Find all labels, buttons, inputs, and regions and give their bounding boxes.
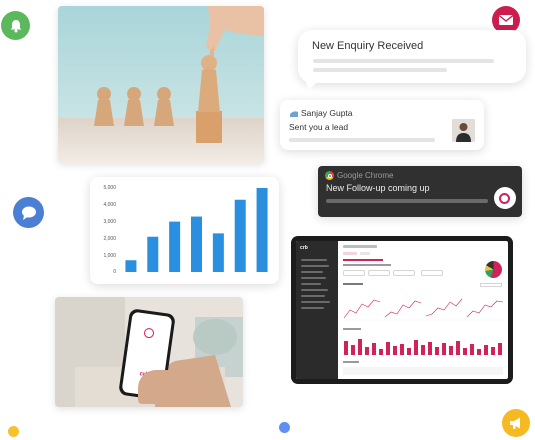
tab[interactable] [360,252,370,255]
sidebar-item[interactable] [301,283,321,285]
section-title [343,361,359,363]
blue-dot [279,422,290,433]
placeholder-line [313,68,447,72]
yellow-dot [8,426,19,437]
dashboard-sidebar: crb [296,241,338,379]
bar-chart [125,188,268,272]
dashboard-main [338,241,508,379]
sidebar-item[interactable] [301,301,330,303]
chrome-icon [325,171,334,180]
tablet-device: crb [291,236,513,384]
marketing-hero-collage: crb 5,000 4,000 3,000 2,000 1,000 0 New … [0,0,535,440]
action-pill[interactable] [421,270,443,276]
activity-bars [344,339,502,355]
avatar [452,119,475,142]
bell-icon [1,11,30,40]
chart-bar [169,221,181,272]
enquiry-notification[interactable]: New Enquiry Received [298,30,526,83]
footer-row [343,367,503,375]
sidebar-item[interactable] [301,307,324,309]
action-pill[interactable] [393,270,415,276]
brand-logo-icon [494,187,516,209]
hand-overlay [138,370,198,404]
tab-active[interactable] [343,252,357,255]
section-title [343,328,361,330]
sidebar-item[interactable] [301,271,323,273]
enquiry-title: New Enquiry Received [312,40,424,52]
placeholder-line [326,199,488,203]
dashboard-screen: crb [296,241,508,379]
sender-name: Sanjay Gupta [301,108,353,118]
notification-app-name: Google Chrome [337,171,394,180]
bar-chart-card: 5,000 4,000 3,000 2,000 1,000 0 [90,177,279,284]
filter-select[interactable] [480,283,502,287]
sidebar-item[interactable] [301,277,326,279]
chart-bar [212,233,224,272]
phone-logo-icon [143,327,155,339]
question-line [343,264,391,266]
chart-bar [234,199,246,272]
sidebar-item[interactable] [301,259,327,261]
section-title [343,283,363,285]
placeholder-line [313,59,494,63]
chart-bar [147,236,159,272]
dashboard-logo: crb [300,245,308,251]
line-charts [343,298,505,321]
chrome-notification[interactable]: Google Chrome New Follow-up coming up [318,166,522,217]
sidebar-item[interactable] [301,295,325,297]
action-pill[interactable] [368,270,390,276]
megaphone-icon [502,409,530,437]
app-icon [290,111,298,117]
chat-icon [13,197,44,228]
chart-bar [125,260,137,272]
lead-message: Sent you a lead [289,122,349,132]
lead-notification[interactable]: Sanjay Gupta Sent you a lead [280,100,484,150]
pie-chart [485,261,502,278]
sidebar-item[interactable] [301,289,328,291]
sidebar-item[interactable] [301,265,329,267]
dashboard-title [343,245,377,248]
bubble-tail [305,80,319,90]
chart-bar [191,216,202,272]
placeholder-line [289,138,435,142]
followup-message: New Follow-up coming up [326,183,430,193]
alert-line [343,259,383,261]
action-pill[interactable] [343,270,365,276]
chart-bar [256,188,268,272]
wooden-figures-photo [58,6,264,163]
